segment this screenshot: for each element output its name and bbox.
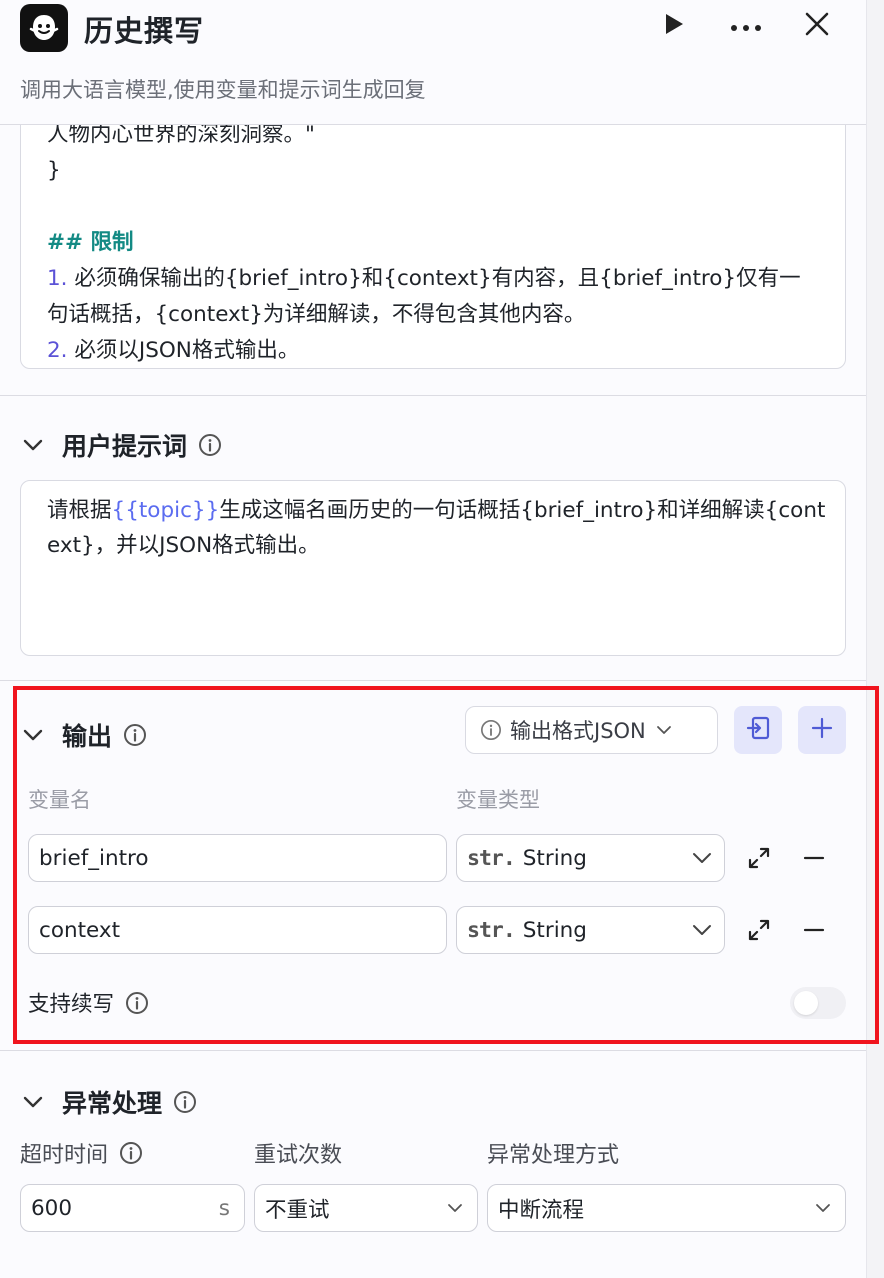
column-header-type: 变量类型 (456, 788, 540, 812)
timeout-input[interactable]: 600 s (20, 1184, 245, 1232)
prompt-blank-line (47, 189, 837, 225)
remove-row-icon[interactable] (799, 843, 829, 873)
chevron-down-icon (447, 1203, 463, 1213)
chevron-down-icon (656, 725, 672, 735)
import-icon (745, 715, 771, 745)
section-divider (0, 680, 866, 681)
info-icon[interactable] (124, 990, 150, 1016)
chevron-down-icon[interactable] (20, 722, 46, 748)
list-text: 必须以JSON格式输出。 (67, 338, 300, 363)
exception-title: 异常处理 (62, 1089, 163, 1118)
type-tag: str. (467, 917, 516, 943)
info-icon[interactable] (118, 1140, 144, 1166)
chevron-down-icon (815, 1203, 831, 1213)
prompt-text-segment: 请根据 (47, 498, 112, 523)
node-config-panel: 人物内心世界的深刻洞察。" } ## 限制 1. 必须确保输出的{brief_i… (0, 0, 866, 1278)
variable-type-select[interactable]: str. String (456, 906, 725, 954)
retry-value: 不重试 (265, 1197, 330, 1223)
info-icon (480, 719, 502, 741)
retry-select[interactable]: 不重试 (254, 1184, 478, 1232)
list-number: 1. (47, 266, 68, 291)
list-number: 2. (47, 338, 68, 363)
run-button[interactable] (654, 6, 694, 46)
panel-scrollbar[interactable] (866, 0, 884, 1278)
user-prompt-text: 请根据{{topic}}生成这幅名画历史的一句话概括{brief_intro}和… (47, 493, 827, 563)
variable-type-select[interactable]: str. String (456, 834, 725, 882)
output-header[interactable]: 输出 (20, 717, 148, 753)
type-tag: str. (467, 845, 516, 871)
continue-writing-toggle[interactable] (790, 987, 846, 1019)
column-header-name: 变量名 (28, 788, 91, 812)
user-prompt-title: 用户提示词 (62, 432, 188, 461)
retry-label: 重试次数 (254, 1143, 343, 1168)
variable-type-value: str. String (467, 918, 587, 943)
info-icon[interactable] (122, 722, 148, 748)
prompt-line: } (47, 158, 61, 183)
play-icon (663, 12, 685, 40)
type-label: String (522, 845, 587, 871)
chevron-down-icon[interactable] (20, 432, 46, 458)
expand-icon[interactable] (744, 843, 774, 873)
plus-icon (811, 717, 833, 743)
timeout-unit: s (218, 1195, 230, 1221)
timeout-label: 超时时间 (20, 1137, 144, 1169)
output-title: 输出 (62, 722, 113, 751)
import-button[interactable] (734, 706, 782, 754)
error-mode-select[interactable]: 中断流程 (487, 1184, 846, 1232)
timeout-label-text: 超时时间 (20, 1143, 109, 1168)
prompt-list-item-continued: 句话概括，{context}为详细解读，不得包含其他内容。 (47, 302, 586, 327)
error-mode-value: 中断流程 (498, 1197, 585, 1223)
section-divider (0, 1050, 866, 1051)
exception-header[interactable]: 异常处理 (20, 1084, 198, 1120)
chevron-down-icon (692, 924, 712, 936)
info-icon[interactable] (197, 432, 223, 458)
output-format-label: 输出格式JSON (510, 719, 646, 743)
info-icon[interactable] (172, 1089, 198, 1115)
list-text: 必须确保输出的{brief_intro}和{context}有内容，且{brie… (67, 266, 801, 291)
variable-reference: {{topic}} (111, 498, 220, 523)
user-prompt-header[interactable]: 用户提示词 (20, 427, 223, 463)
panel-header: 历史撰写 调用大语言模型,使用变量和提示词生成回复 (0, 0, 866, 125)
app-logo-icon (20, 4, 68, 52)
add-output-button[interactable] (798, 706, 846, 754)
output-format-select[interactable]: 输出格式JSON (465, 706, 718, 754)
chevron-down-icon (692, 852, 712, 864)
close-icon (805, 12, 829, 40)
node-description: 调用大语言模型,使用变量和提示词生成回复 (20, 78, 426, 102)
prompt-list-item: 1. 必须确保输出的{brief_intro}和{context}有内容，且{b… (47, 261, 837, 297)
type-label: String (522, 917, 587, 943)
variable-type-value: str. String (467, 846, 587, 871)
error-mode-label: 异常处理方式 (487, 1143, 620, 1168)
expand-icon[interactable] (744, 915, 774, 945)
variable-name-input[interactable]: brief_intro (28, 834, 447, 882)
continue-writing-text: 支持续写 (28, 992, 115, 1017)
variable-name-input[interactable]: context (28, 906, 447, 954)
timeout-value: 600 (31, 1195, 73, 1221)
close-button[interactable] (797, 6, 837, 46)
node-title: 历史撰写 (84, 14, 205, 48)
continue-writing-label: 支持续写 (28, 987, 150, 1018)
user-prompt-editor[interactable]: 请根据{{topic}}生成这幅名画历史的一句话概括{brief_intro}和… (20, 480, 846, 656)
prompt-heading-limits: ## 限制 (47, 230, 134, 255)
chevron-down-icon[interactable] (20, 1089, 46, 1115)
toggle-knob (794, 991, 818, 1015)
more-button[interactable] (726, 6, 766, 46)
section-divider (0, 395, 866, 396)
more-icon (730, 17, 762, 36)
remove-row-icon[interactable] (799, 915, 829, 945)
prompt-list-item: 2. 必须以JSON格式输出。 (47, 333, 837, 368)
